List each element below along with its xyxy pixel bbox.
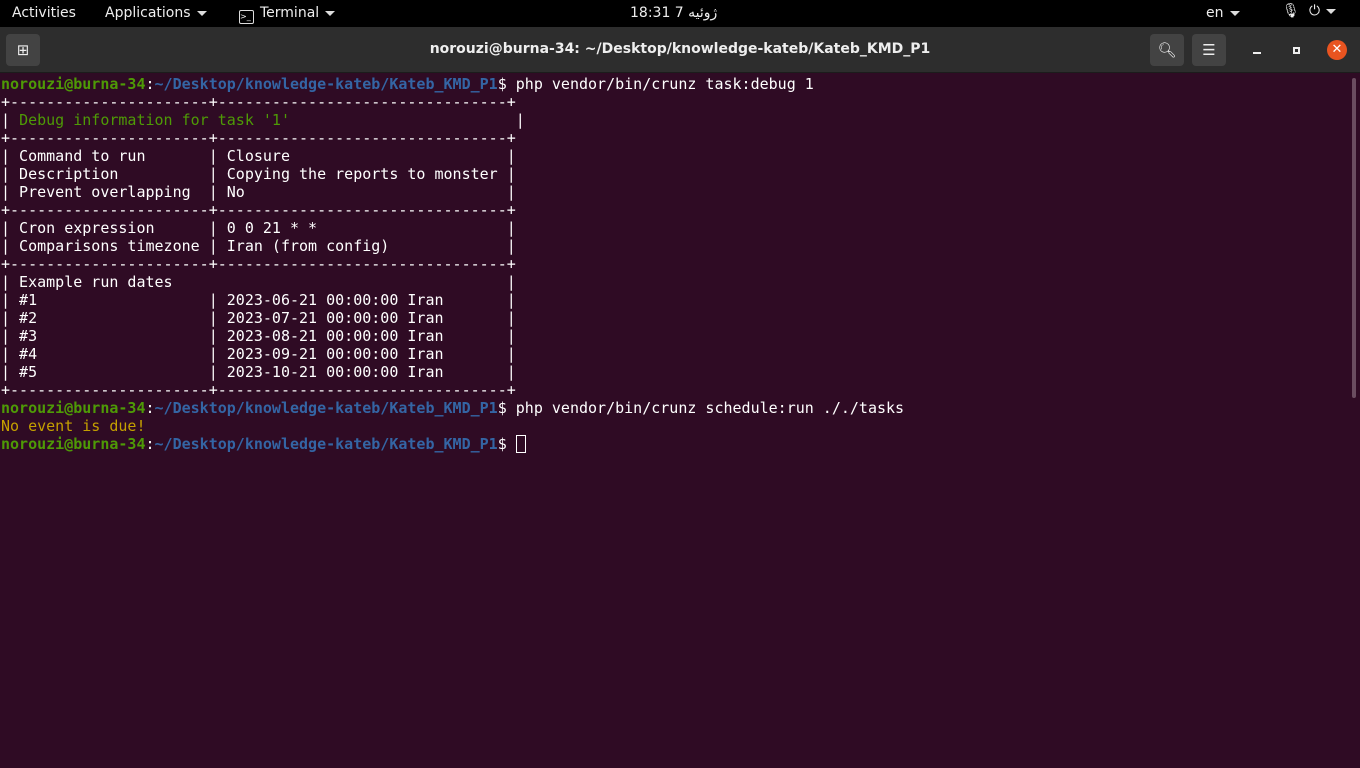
terminal-text: | #2 | 2023-07-21 00:00:00 Iran |: [1, 309, 516, 327]
terminal-text: ~/Desktop/knowledge-kateb/Kateb_KMD_P1: [154, 399, 498, 417]
terminal-line: | Cron expression | 0 0 21 * * |: [1, 219, 904, 237]
terminal-line: | Example run dates |: [1, 273, 904, 291]
terminal-line: norouzi@burna-34:~/Desktop/knowledge-kat…: [1, 75, 904, 93]
terminal-text: No event is due!: [1, 417, 146, 435]
terminal-line: No event is due!: [1, 417, 904, 435]
terminal-text: ~/Desktop/knowledge-kateb/Kateb_KMD_P1: [154, 435, 498, 453]
terminal-line: | Comparisons timezone | Iran (from conf…: [1, 237, 904, 255]
terminal-line: | #3 | 2023-08-21 00:00:00 Iran |: [1, 327, 904, 345]
terminal-line: | Debug information for task '1' |: [1, 111, 904, 129]
terminal-text: Debug information for task '1': [19, 111, 290, 129]
terminal-text: | #5 | 2023-10-21 00:00:00 Iran |: [1, 363, 516, 381]
terminal-text: |: [290, 111, 525, 129]
terminal-text: :: [145, 399, 155, 417]
terminal-icon: >_: [239, 10, 254, 24]
applications-label: Applications: [105, 5, 191, 21]
terminal-text: +----------------------+----------------…: [1, 129, 516, 147]
close-button[interactable]: ✕: [1327, 40, 1347, 60]
clock[interactable]: 18:31 7 ژوئیه: [630, 5, 717, 21]
power-icon: ⏻: [1309, 3, 1321, 19]
top-bar: Activities Applications >_ Terminal 18:31…: [0, 0, 1360, 27]
terminal-text: | Command to run | Closure |: [1, 147, 516, 165]
terminal-app-label: Terminal: [260, 5, 320, 21]
chevron-down-icon: [1229, 10, 1240, 16]
activities-button[interactable]: Activities: [12, 5, 76, 21]
cursor: [515, 435, 526, 453]
terminal-text: +----------------------+----------------…: [1, 255, 516, 273]
terminal-text: | #3 | 2023-08-21 00:00:00 Iran |: [1, 327, 516, 345]
system-menu[interactable]: ⏻: [1309, 3, 1337, 19]
minimize-button[interactable]: [1253, 52, 1261, 54]
terminal-line: | #2 | 2023-07-21 00:00:00 Iran |: [1, 309, 904, 327]
language-label: en: [1206, 5, 1224, 21]
terminal-text: $ php vendor/bin/crunz task:debug 1: [497, 75, 814, 93]
terminal-text: norouzi@burna-34: [1, 75, 146, 93]
terminal-app-menu[interactable]: >_ Terminal: [239, 5, 336, 24]
terminal-text: norouzi@burna-34: [1, 399, 146, 417]
terminal-text: | Description | Copying the reports to m…: [1, 165, 516, 183]
terminal-line: +----------------------+----------------…: [1, 255, 904, 273]
terminal-output[interactable]: norouzi@burna-34:~/Desktop/knowledge-kat…: [1, 75, 904, 453]
chevron-down-icon: [1326, 8, 1337, 14]
terminal-text: :: [145, 75, 155, 93]
terminal-line: +----------------------+----------------…: [1, 381, 904, 399]
terminal-text: | Example run dates |: [1, 273, 516, 291]
terminal-text: +----------------------+----------------…: [1, 381, 516, 399]
chevron-down-icon: [325, 10, 336, 16]
terminal-text: | Comparisons timezone | Iran (from conf…: [1, 237, 516, 255]
scrollbar[interactable]: [1352, 78, 1356, 398]
terminal-line: | #1 | 2023-06-21 00:00:00 Iran |: [1, 291, 904, 309]
search-icon: 🔍︎: [1157, 41, 1177, 59]
terminal-text: +----------------------+----------------…: [1, 201, 516, 219]
applications-menu[interactable]: Applications: [105, 5, 207, 21]
maximize-button[interactable]: [1293, 47, 1300, 54]
search-button[interactable]: 🔍︎: [1150, 34, 1184, 66]
terminal-text: | #1 | 2023-06-21 00:00:00 Iran |: [1, 291, 516, 309]
terminal-line: +----------------------+----------------…: [1, 201, 904, 219]
terminal-text: :: [145, 435, 155, 453]
terminal-text: ~/Desktop/knowledge-kateb/Kateb_KMD_P1: [154, 75, 498, 93]
hamburger-icon: ☰: [1202, 41, 1216, 59]
menu-button[interactable]: ☰: [1192, 34, 1226, 66]
terminal-text: | Prevent overlapping | No |: [1, 183, 516, 201]
terminal-text: | Cron expression | 0 0 21 * * |: [1, 219, 516, 237]
terminal-line: +----------------------+----------------…: [1, 129, 904, 147]
terminal-text: $ php vendor/bin/crunz schedule:run ././…: [497, 399, 905, 417]
terminal-text: |: [1, 111, 20, 129]
language-menu[interactable]: en: [1206, 5, 1240, 21]
terminal-text: norouzi@burna-34: [1, 435, 146, 453]
terminal-line: norouzi@burna-34:~/Desktop/knowledge-kat…: [1, 435, 904, 453]
window-titlebar: ⊞ norouzi@burna-34: ~/Desktop/knowledge-…: [0, 27, 1360, 73]
terminal-text: | #4 | 2023-09-21 00:00:00 Iran |: [1, 345, 516, 363]
terminal-line: | Description | Copying the reports to m…: [1, 165, 904, 183]
terminal-line: | #5 | 2023-10-21 00:00:00 Iran |: [1, 363, 904, 381]
terminal-text: +----------------------+----------------…: [1, 93, 516, 111]
terminal-text: $: [497, 435, 516, 453]
terminal-line: +----------------------+----------------…: [1, 93, 904, 111]
microphone-icon[interactable]: 🎙: [1282, 3, 1300, 19]
terminal-line: | Prevent overlapping | No |: [1, 183, 904, 201]
chevron-down-icon: [196, 10, 207, 16]
terminal-line: norouzi@burna-34:~/Desktop/knowledge-kat…: [1, 399, 904, 417]
close-icon: ✕: [1331, 42, 1343, 57]
terminal-line: | Command to run | Closure |: [1, 147, 904, 165]
terminal-line: | #4 | 2023-09-21 00:00:00 Iran |: [1, 345, 904, 363]
